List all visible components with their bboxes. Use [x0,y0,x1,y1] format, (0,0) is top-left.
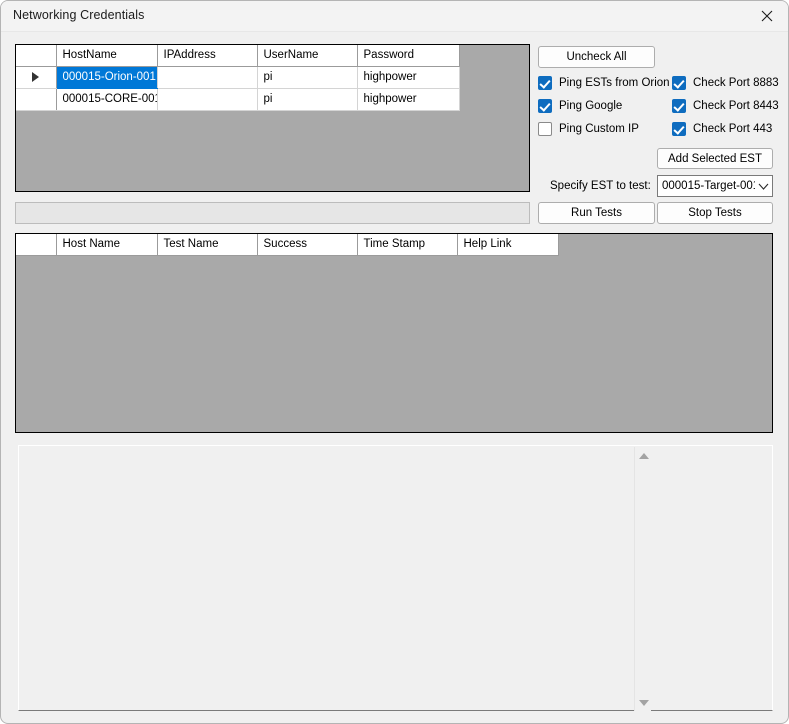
checkbox-label: Check Port 443 [693,123,772,135]
column-header-host-name[interactable]: Host Name [56,234,157,255]
est-dropdown[interactable]: 000015-Target-001 [657,175,773,197]
checkbox-checked-icon [672,99,686,113]
window-title: Networking Credentials [13,8,144,22]
column-header-hostname[interactable]: HostName [56,45,157,66]
chevron-down-icon [639,700,649,706]
checkbox-label: Ping ESTs from Orion [559,77,670,89]
column-header-test-name[interactable]: Test Name [157,234,257,255]
checkbox-label: Ping Custom IP [559,123,639,135]
checkbox-label: Check Port 8883 [693,77,779,89]
cell-username[interactable]: pi [257,66,357,88]
checkbox-checked-icon [672,76,686,90]
checkbox-checked-icon [672,122,686,136]
stop-tests-button[interactable]: Stop Tests [657,202,773,224]
chevron-up-icon [639,453,649,459]
table-row[interactable]: 000015-Orion-001 pi highpower [16,66,459,88]
cell-ipaddress[interactable] [157,66,257,88]
add-selected-est-button[interactable]: Add Selected EST [657,148,773,169]
column-header-help-link[interactable]: Help Link [457,234,558,255]
row-selector-cell[interactable] [16,88,56,110]
column-header-time-stamp[interactable]: Time Stamp [357,234,457,255]
run-tests-button[interactable]: Run Tests [538,202,655,224]
uncheck-all-button[interactable]: Uncheck All [538,46,655,68]
est-dropdown-value: 000015-Target-001 [662,180,755,192]
checkbox-check-port-8883[interactable]: Check Port 8883 [672,74,779,92]
log-textbox[interactable] [18,445,773,711]
log-scrollbar[interactable] [634,447,651,711]
checkbox-check-port-8443[interactable]: Check Port 8443 [672,97,779,115]
column-header-ipaddress[interactable]: IPAddress [157,45,257,66]
results-grid[interactable]: Host Name Test Name Success Time Stamp H… [15,233,773,433]
row-selector-cell[interactable] [16,66,56,88]
column-header-success[interactable]: Success [257,234,357,255]
scroll-down-button[interactable] [635,694,652,711]
specify-est-label: Specify EST to test: [550,180,651,192]
checkbox-checked-icon [538,99,552,113]
column-header-selector[interactable] [16,234,56,255]
close-icon [761,10,773,22]
row-selector-arrow-icon [32,72,39,82]
progress-bar [15,202,530,224]
cell-username[interactable]: pi [257,88,357,110]
checkbox-ping-custom-ip[interactable]: Ping Custom IP [538,120,639,138]
checkbox-ping-google[interactable]: Ping Google [538,97,622,115]
cell-password[interactable]: highpower [357,88,459,110]
column-header-username[interactable]: UserName [257,45,357,66]
cell-hostname[interactable]: 000015-Orion-001 [56,66,157,88]
credentials-grid-header-row: HostName IPAddress UserName Password [16,45,459,66]
table-row[interactable]: 000015-CORE-001 pi highpower [16,88,459,110]
checkbox-unchecked-icon [538,122,552,136]
cell-password[interactable]: highpower [357,66,459,88]
checkbox-check-port-443[interactable]: Check Port 443 [672,120,772,138]
cell-ipaddress[interactable] [157,88,257,110]
close-button[interactable] [744,1,789,31]
checkbox-checked-icon [538,76,552,90]
title-bar: Networking Credentials [1,1,789,32]
checkbox-label: Check Port 8443 [693,100,779,112]
column-header-selector[interactable] [16,45,56,66]
column-header-password[interactable]: Password [357,45,459,66]
checkbox-ping-ests-from-orion[interactable]: Ping ESTs from Orion [538,74,670,92]
scroll-up-button[interactable] [635,447,652,464]
credentials-grid[interactable]: HostName IPAddress UserName Password 000… [15,44,530,192]
checkbox-label: Ping Google [559,100,622,112]
networking-credentials-window: Networking Credentials HostName IPAddres… [0,0,789,724]
cell-hostname[interactable]: 000015-CORE-001 [56,88,157,110]
results-grid-header-row: Host Name Test Name Success Time Stamp H… [16,234,558,255]
chevron-down-icon [755,183,772,190]
